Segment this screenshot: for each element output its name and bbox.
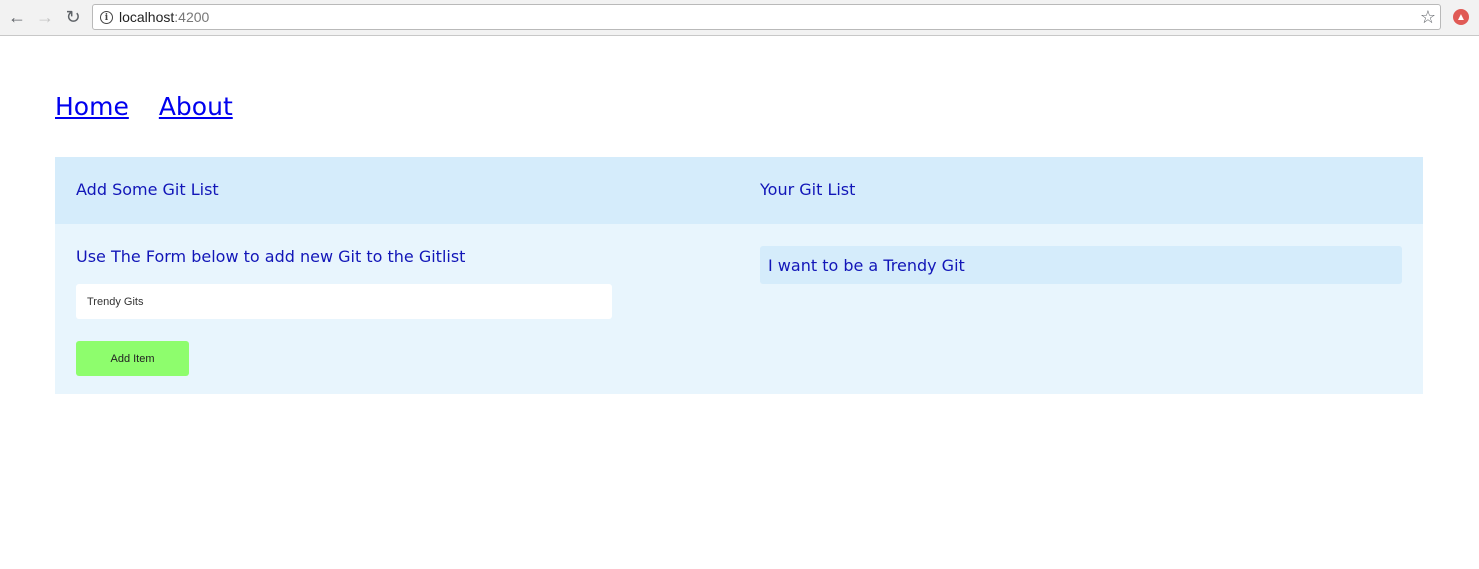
nav-link-about[interactable]: About <box>159 92 233 121</box>
git-panel: Add Some Git List Your Git List Use The … <box>55 157 1423 394</box>
bookmark-star-icon[interactable]: ☆ <box>1420 6 1436 28</box>
reload-icon[interactable]: ↻ <box>62 6 84 28</box>
url-text: localhost:4200 <box>119 9 209 25</box>
address-bar[interactable]: i localhost:4200 ☆ <box>92 4 1441 30</box>
main-nav: Home About <box>55 92 233 121</box>
git-list: I want to be a Trendy Git <box>760 246 1402 284</box>
git-list-item[interactable]: I want to be a Trendy Git <box>760 246 1402 284</box>
extension-icon[interactable]: ▲ <box>1453 9 1469 25</box>
git-input[interactable] <box>76 284 612 319</box>
url-host: localhost <box>119 9 175 25</box>
add-git-title: Add Some Git List <box>76 180 219 199</box>
git-list-title: Your Git List <box>760 180 856 199</box>
info-icon[interactable]: i <box>100 11 113 24</box>
add-item-button[interactable]: Add Item <box>76 341 189 376</box>
nav-link-home[interactable]: Home <box>55 92 129 121</box>
forward-icon[interactable]: → <box>34 6 56 28</box>
panel-header: Add Some Git List Your Git List <box>55 157 1423 224</box>
form-caption: Use The Form below to add new Git to the… <box>76 247 466 266</box>
back-icon[interactable]: ← <box>6 6 28 28</box>
url-port: :4200 <box>174 9 210 25</box>
browser-toolbar: ← → ↻ i localhost:4200 ☆ ▲ <box>0 0 1479 36</box>
